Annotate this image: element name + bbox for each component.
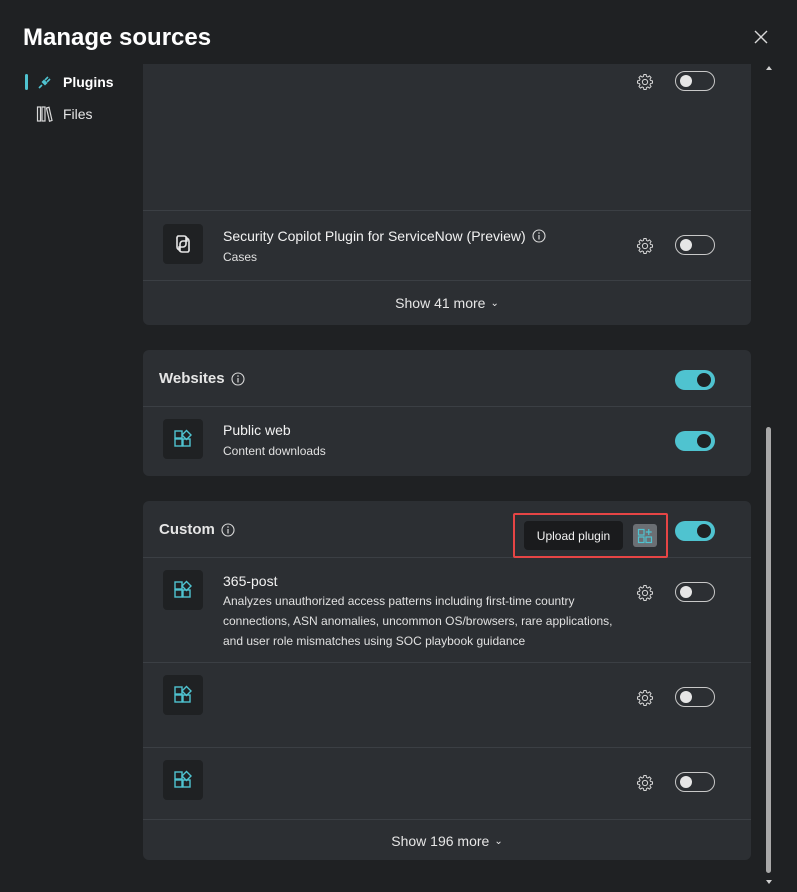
plugin-name: Security Copilot Plugin for ServiceNow (…	[223, 228, 546, 244]
plugin-toggle[interactable]	[675, 772, 715, 792]
upload-tooltip: Upload plugin	[524, 521, 623, 550]
section-toggle[interactable]	[675, 370, 715, 390]
sources-list[interactable]: Security Copilot Plugin for ServiceNow (…	[143, 64, 751, 892]
gear-icon	[637, 74, 653, 90]
plugin-name: Public web	[223, 422, 291, 438]
scrollbar[interactable]	[762, 64, 776, 890]
page-title: Manage sources	[23, 24, 212, 51]
plugin-subtitle: Cases	[223, 250, 258, 264]
plugin-toggle[interactable]	[675, 431, 715, 451]
plugin-logo	[163, 224, 203, 264]
gear-icon	[637, 690, 653, 706]
plugin-description: Analyzes unauthorized access patterns in…	[223, 594, 613, 648]
plugin-logo	[163, 419, 203, 459]
plugin-row: Public web Content downloads	[143, 407, 751, 476]
section-title: Websites	[159, 370, 245, 387]
plugin-row	[143, 64, 751, 211]
info-icon[interactable]	[231, 371, 245, 386]
settings-button[interactable]	[635, 583, 655, 603]
plugin-puzzle-icon	[174, 770, 192, 788]
scroll-thumb[interactable]	[766, 427, 771, 873]
show-more-label: Show 41 more	[395, 295, 486, 311]
section-title-text: Custom	[159, 521, 215, 538]
nav-item-files[interactable]: Files	[23, 102, 133, 126]
plugin-puzzle-icon	[174, 685, 192, 703]
nav-item-plugins[interactable]: Plugins	[23, 70, 133, 94]
section-title: Custom	[159, 521, 235, 538]
add-plugin-icon	[637, 528, 653, 543]
plugin-row: 365-post Analyzes unauthorized access pa…	[143, 558, 751, 663]
plugin-row: Security Copilot Plugin for ServiceNow (…	[143, 211, 751, 281]
library-icon	[36, 106, 53, 122]
section-toggle[interactable]	[675, 521, 715, 541]
plugin-toggle[interactable]	[675, 71, 715, 91]
scroll-up-arrow-icon[interactable]	[766, 66, 772, 70]
nav-label-files: Files	[63, 106, 93, 122]
plug-icon	[38, 76, 51, 89]
gear-icon	[637, 775, 653, 791]
nav-label-plugins: Plugins	[63, 74, 114, 90]
gear-icon	[637, 585, 653, 601]
chevron-down-icon: ⌄	[490, 298, 499, 309]
plugin-name: 365-post	[223, 573, 278, 589]
plugin-logo	[163, 675, 203, 715]
plugin-row	[143, 663, 751, 748]
show-more-button[interactable]: Show 196 more ⌄	[143, 833, 751, 849]
plugin-logo	[163, 760, 203, 800]
settings-button[interactable]	[635, 773, 655, 793]
show-more-button[interactable]: Show 41 more ⌄	[143, 295, 751, 311]
scroll-down-arrow-icon[interactable]	[766, 880, 772, 884]
plugin-toggle[interactable]	[675, 235, 715, 255]
sources-nav: Plugins Files	[23, 70, 133, 134]
active-indicator	[25, 74, 28, 90]
plugin-row	[143, 748, 751, 820]
plugin-title-text: Security Copilot Plugin for ServiceNow (…	[223, 228, 526, 244]
plugin-puzzle-icon	[174, 429, 192, 447]
plugin-puzzle-icon	[174, 580, 192, 598]
websites-card: Websites Public web Content downloads	[143, 350, 751, 476]
plugin-toggle[interactable]	[675, 687, 715, 707]
close-button[interactable]	[750, 26, 772, 48]
chevron-down-icon: ⌄	[494, 836, 503, 847]
copilot-logo-icon	[176, 235, 190, 253]
settings-button[interactable]	[635, 688, 655, 708]
plugin-toggle[interactable]	[675, 582, 715, 602]
show-more-label: Show 196 more	[391, 833, 490, 849]
settings-button[interactable]	[635, 72, 655, 92]
plugin-subtitle: Content downloads	[223, 444, 326, 458]
section-header: Websites	[143, 350, 751, 407]
settings-button[interactable]	[635, 236, 655, 256]
plugins-card: Security Copilot Plugin for ServiceNow (…	[143, 64, 751, 325]
plugin-logo	[163, 570, 203, 610]
gear-icon	[637, 238, 653, 254]
info-icon[interactable]	[221, 522, 235, 537]
info-icon[interactable]	[532, 229, 546, 243]
upload-plugin-button[interactable]	[633, 524, 657, 547]
section-title-text: Websites	[159, 370, 225, 387]
close-icon	[754, 30, 768, 44]
